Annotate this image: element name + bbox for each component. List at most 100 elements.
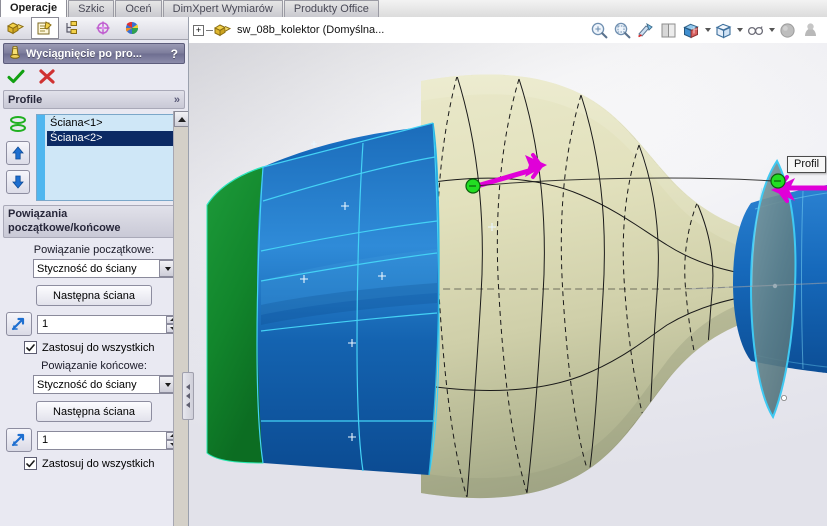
end-tangent-length-row: 1 xyxy=(0,422,188,452)
constraints-title-line1: Powiązania xyxy=(8,208,68,220)
panel-splitter-grip[interactable] xyxy=(182,372,194,420)
start-tangent-direction-icon[interactable] xyxy=(6,312,32,336)
tree-expander[interactable]: + xyxy=(193,24,204,36)
scroll-up-button[interactable] xyxy=(174,111,188,127)
property-manager-title-bar: Wyciągnięcie po pro... ? xyxy=(3,43,185,64)
dimxpert-icon xyxy=(96,21,110,35)
profile-selection-icon xyxy=(10,116,26,132)
start-next-face-button[interactable]: Następna ściana xyxy=(36,285,152,306)
display-manager-tab[interactable] xyxy=(118,17,146,39)
tree-connector xyxy=(206,29,213,31)
profile-lower-marker xyxy=(781,394,788,401)
view-orientation-icon[interactable] xyxy=(681,20,702,41)
configuration-manager-icon xyxy=(66,21,77,34)
view-orientation-dropdown-icon[interactable] xyxy=(704,20,711,41)
start-tangent-length-input[interactable]: 1 xyxy=(37,314,180,334)
check-icon xyxy=(26,459,35,467)
profile-controls xyxy=(3,114,33,201)
view-settings-dropdown-icon[interactable] xyxy=(768,20,775,41)
tangent-arrow-icon xyxy=(11,317,25,331)
chevron-up-icon[interactable]: » xyxy=(174,94,180,106)
view-settings-icon[interactable] xyxy=(745,20,766,41)
tab-dimxpert-wymiarow[interactable]: DimXpert Wymiarów xyxy=(162,0,283,17)
grip-arrow-icon xyxy=(186,402,190,408)
profile-section-header[interactable]: Profile » xyxy=(3,90,185,109)
profile-list-items[interactable]: Ściana<1> Ściana<2> xyxy=(45,115,184,200)
tangent-arrow-icon xyxy=(11,433,25,447)
profile-section-body: Ściana<1> Ściana<2> xyxy=(0,109,188,205)
list-item[interactable]: Ściana<1> xyxy=(47,116,184,131)
start-tangent-length-row: 1 xyxy=(0,306,188,336)
start-apply-all-checkbox-row[interactable]: Zastosuj do wszystkich xyxy=(0,336,188,354)
property-manager-panel: Wyciągnięcie po pro... ? Profile » Ścian… xyxy=(0,17,189,526)
profile-section-title: Profile xyxy=(8,93,43,106)
start-apply-all-checkbox[interactable] xyxy=(24,341,37,354)
grip-arrow-icon xyxy=(186,384,190,390)
dimxpert-manager-tab[interactable] xyxy=(89,17,117,39)
arrow-up-icon xyxy=(12,146,24,160)
constraints-section-header[interactable]: Powiązania początkowe/końcowe » xyxy=(3,205,185,238)
help-button[interactable]: ? xyxy=(169,47,180,61)
end-tangent-direction-icon[interactable] xyxy=(6,428,32,452)
graphics-viewport[interactable]: Profil xyxy=(189,43,827,526)
property-manager-tab[interactable] xyxy=(31,17,59,39)
tab-szkic[interactable]: Szkic xyxy=(68,0,115,17)
accept-button[interactable] xyxy=(6,67,26,87)
part-document-icon xyxy=(213,24,232,37)
end-constraint-label: Powiązanie końcowe: xyxy=(41,360,147,372)
property-manager-title: Wyciągnięcie po pro... xyxy=(26,47,142,60)
start-constraint-select[interactable]: Styczność do ściany xyxy=(33,259,178,278)
display-manager-icon xyxy=(125,21,139,34)
zoom-to-fit-icon[interactable] xyxy=(589,20,610,41)
loft-preview-body xyxy=(421,74,778,499)
view-toolbar xyxy=(589,19,821,41)
list-item[interactable]: Ściana<2> xyxy=(47,131,184,146)
document-name-label[interactable]: sw_08b_kolektor (Domyślna... xyxy=(237,24,384,36)
hide-show-items-icon[interactable] xyxy=(658,20,679,41)
panel-scrollbar[interactable] xyxy=(173,111,188,526)
zoom-to-area-icon[interactable] xyxy=(612,20,633,41)
profile-selection-list[interactable]: Ściana<1> Ściana<2> xyxy=(36,114,185,201)
profile-tooltip: Profil xyxy=(787,156,827,173)
end-apply-all-checkbox[interactable] xyxy=(24,457,37,470)
cancel-button[interactable] xyxy=(37,67,57,87)
tab-produkty-office[interactable]: Produkty Office xyxy=(283,0,379,17)
display-style-dropdown-icon[interactable] xyxy=(736,20,743,41)
arrow-down-icon xyxy=(12,175,24,189)
close-icon xyxy=(39,69,55,84)
selection-indicator-bar xyxy=(37,115,45,200)
start-constraint-value: Styczność do ściany xyxy=(37,262,137,275)
end-next-face-button[interactable]: Następna ściana xyxy=(36,401,152,422)
display-style-icon[interactable] xyxy=(713,20,734,41)
end-tangent-length-value: 1 xyxy=(42,434,49,446)
tab-operacje[interactable]: Operacje xyxy=(0,0,68,17)
start-constraint-label: Powiązanie początkowe: xyxy=(33,244,155,256)
property-manager-icon xyxy=(37,21,52,35)
apply-scene-icon[interactable] xyxy=(777,20,798,41)
ok-cancel-row xyxy=(0,64,188,90)
tab-ocen[interactable]: Oceń xyxy=(115,0,162,17)
loft-feature-icon xyxy=(10,46,20,59)
start-tangent-length-value: 1 xyxy=(42,318,49,330)
end-tangent-length-input[interactable]: 1 xyxy=(37,430,180,450)
move-down-button[interactable] xyxy=(6,170,30,194)
move-up-button[interactable] xyxy=(6,141,30,165)
check-icon xyxy=(7,69,25,84)
end-constraint-select[interactable]: Styczność do ściany xyxy=(33,375,178,394)
model-graphics xyxy=(206,74,827,499)
end-apply-all-label: Zastosuj do wszystkich xyxy=(42,457,155,470)
command-manager-tabs: Operacje Szkic Oceń DimXpert Wymiarów Pr… xyxy=(0,0,827,18)
manager-tab-row xyxy=(0,17,188,40)
end-apply-all-checkbox-row[interactable]: Zastosuj do wszystkich xyxy=(0,452,188,470)
feature-tree-icon xyxy=(6,22,25,35)
view-orientation-sphere-icon[interactable] xyxy=(800,20,821,41)
configuration-manager-tab[interactable] xyxy=(60,17,88,39)
grip-arrow-icon xyxy=(186,393,190,399)
profile-section-ellipse xyxy=(749,159,797,420)
feature-manager-tab[interactable] xyxy=(2,17,30,39)
solidworks-window: Operacje Szkic Oceń DimXpert Wymiarów Pr… xyxy=(0,0,827,526)
check-icon xyxy=(26,343,35,351)
section-view-icon[interactable] xyxy=(635,20,656,41)
end-constraint-value: Styczność do ściany xyxy=(37,378,137,391)
start-apply-all-label: Zastosuj do wszystkich xyxy=(42,341,155,354)
